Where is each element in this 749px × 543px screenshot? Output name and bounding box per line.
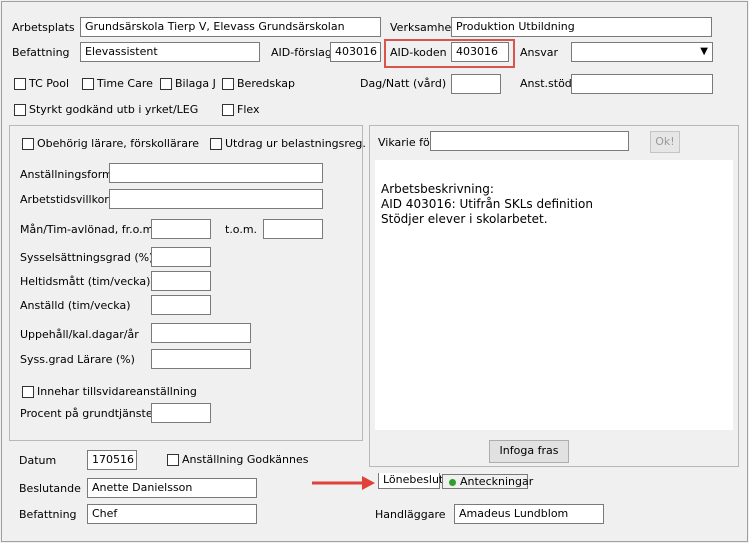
bilaga-j-label: Bilaga J	[175, 77, 216, 90]
aid-forslag-label: AID-förslag	[271, 46, 332, 59]
syss-grad-larare-label: Syss.grad Lärare (%)	[20, 353, 135, 366]
man-tim-label: Mån/Tim-avlönad, fr.o.m.	[20, 223, 157, 236]
chevron-down-icon: ▼	[700, 46, 708, 57]
flex-checkbox[interactable]	[222, 104, 234, 116]
ansvar-label: Ansvar	[520, 46, 559, 59]
anstallningsform-field[interactable]	[109, 163, 323, 183]
anstalld-label: Anställd (tim/vecka)	[20, 299, 131, 312]
innehar-label: Innehar tillsvidareanställning	[37, 385, 197, 398]
tab-lonebeslut-label: Lönebeslut	[383, 473, 444, 486]
anst-godkannes-checkbox[interactable]	[167, 454, 179, 466]
tab-lonebeslut[interactable]: Lönebeslut	[378, 473, 444, 489]
dag-natt-field[interactable]	[451, 74, 501, 94]
anstallningsform-label: Anställningsform	[20, 168, 113, 181]
anst-stod-field[interactable]	[571, 74, 713, 94]
uppehall-label: Uppehåll/kal.dagar/år	[20, 328, 139, 341]
arbetsplats-label: Arbetsplats	[12, 21, 75, 34]
uppehall-field[interactable]	[151, 323, 251, 343]
utdrag-checkbox[interactable]	[210, 138, 222, 150]
time-care-label: Time Care	[97, 77, 153, 90]
befattning-bottom-field[interactable]: Chef	[87, 504, 257, 524]
ansvar-dropdown[interactable]: ▼	[571, 42, 713, 62]
arrow-right-icon	[312, 476, 375, 490]
befattning-bottom-label: Befattning	[19, 508, 77, 521]
procent-field[interactable]	[151, 403, 211, 423]
vikarie-label: Vikarie för	[378, 136, 435, 149]
verksamhet-label: Verksamhet	[390, 21, 456, 34]
status-dot-icon	[449, 479, 456, 486]
man-tim-to-field[interactable]	[263, 219, 323, 239]
dag-natt-label: Dag/Natt (vård)	[360, 77, 447, 90]
obehorig-checkbox[interactable]	[22, 138, 34, 150]
tc-pool-label: TC Pool	[29, 77, 70, 90]
tc-pool-checkbox[interactable]	[14, 78, 26, 90]
anstalld-field[interactable]	[151, 295, 211, 315]
arbetstidsvillkor-field[interactable]	[109, 189, 323, 209]
syss-grad-larare-field[interactable]	[151, 349, 251, 369]
flex-label: Flex	[237, 103, 260, 116]
beslutande-field[interactable]: Anette Danielsson	[87, 478, 257, 498]
handlaggare-field[interactable]: Amadeus Lundblom	[454, 504, 604, 524]
procent-label: Procent på grundtjänsten	[20, 407, 160, 420]
styrkt-checkbox[interactable]	[14, 104, 26, 116]
arbetsbeskrivning-text: Stödjer elever i skolarbetet.	[381, 212, 548, 226]
beslutande-label: Beslutande	[19, 482, 81, 495]
sysselsattningsgrad-field[interactable]	[151, 247, 211, 267]
arbetsbeskrivning-textarea[interactable]: Arbetsbeskrivning: AID 403016: Utifrån S…	[375, 160, 733, 430]
vikarie-field[interactable]	[430, 131, 629, 151]
obehorig-label: Obehörig lärare, förskollärare	[37, 137, 199, 150]
tom-label: t.o.m.	[225, 223, 258, 236]
arbetsbeskrivning-aid: AID 403016: Utifrån SKLs definition	[381, 197, 593, 211]
aid-koden-label: AID-koden	[390, 46, 447, 59]
aid-forslag-field[interactable]: 403016	[330, 42, 381, 62]
man-tim-from-field[interactable]	[151, 219, 211, 239]
anst-godkannes-label: Anställning Godkännes	[182, 453, 309, 466]
arbetsplats-field[interactable]: Grundsärskola Tierp V, Elevass Grundsärs…	[80, 17, 381, 37]
sysselsattningsgrad-label: Sysselsättningsgrad (%)	[20, 251, 154, 264]
befattning-field[interactable]: Elevassistent	[80, 42, 260, 62]
befattning-label: Befattning	[12, 46, 70, 59]
datum-label: Datum	[19, 454, 57, 467]
arbetstidsvillkor-label: Arbetstidsvillkor	[20, 193, 109, 206]
tab-anteckningar-label: Anteckningar	[460, 475, 534, 488]
beredskap-checkbox[interactable]	[222, 78, 234, 90]
arbetsbeskrivning-heading: Arbetsbeskrivning:	[381, 182, 494, 196]
anst-stod-label: Anst.stöd	[520, 77, 572, 90]
innehar-checkbox[interactable]	[22, 386, 34, 398]
utdrag-label: Utdrag ur belastningsreg.	[225, 137, 366, 150]
verksamhet-field[interactable]: Produktion Utbildning	[451, 17, 712, 37]
heltidsmatt-field[interactable]	[151, 271, 211, 291]
styrkt-label: Styrkt godkänd utb i yrket/LEG	[29, 103, 199, 116]
time-care-checkbox[interactable]	[82, 78, 94, 90]
aid-koden-field[interactable]: 403016	[451, 42, 509, 62]
handlaggare-label: Handläggare	[375, 508, 446, 521]
beredskap-label: Beredskap	[237, 77, 295, 90]
infoga-fras-button[interactable]: Infoga fras	[489, 440, 569, 463]
tab-anteckningar[interactable]: Anteckningar	[442, 474, 533, 489]
heltidsmatt-label: Heltidsmått (tim/vecka)	[20, 275, 151, 288]
ok-button[interactable]: Ok!	[650, 131, 680, 153]
bilaga-j-checkbox[interactable]	[160, 78, 172, 90]
datum-field[interactable]: 170516	[87, 450, 137, 470]
